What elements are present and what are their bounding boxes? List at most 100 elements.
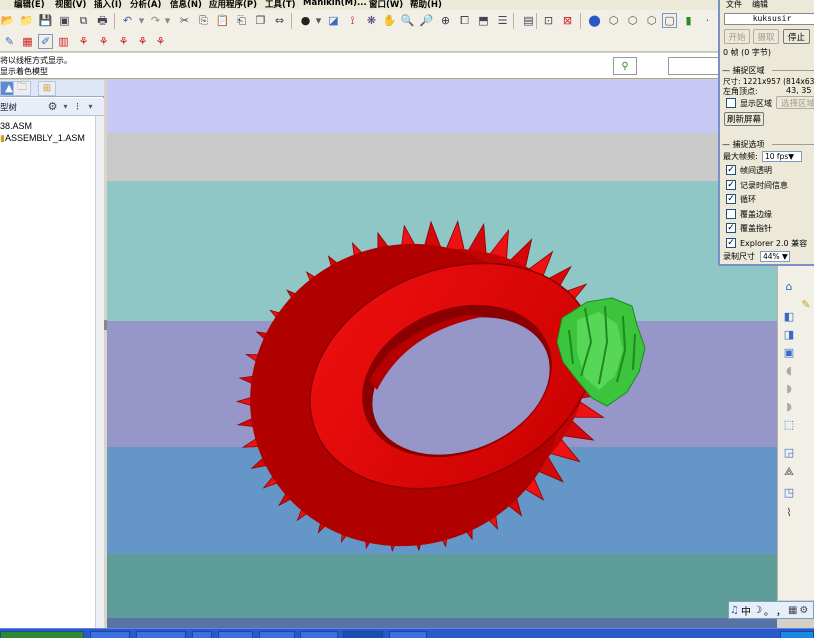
- select-region-button[interactable]: 选择区域: [776, 96, 814, 109]
- cut-icon[interactable]: ✂: [177, 13, 192, 28]
- paste-special-icon[interactable]: ⎗: [234, 13, 249, 28]
- option-checkbox[interactable]: [726, 208, 736, 219]
- datum-point-toggle-icon[interactable]: ⚘: [116, 34, 131, 49]
- paste-icon[interactable]: 📋: [215, 13, 230, 28]
- tree-item-root[interactable]: 38.ASM: [0, 121, 32, 131]
- copy-geometry-icon[interactable]: ❐: [253, 13, 268, 28]
- capture-menu-file[interactable]: 文件: [726, 0, 742, 10]
- taskbar-item[interactable]: [389, 631, 427, 638]
- start-button[interactable]: [0, 631, 84, 638]
- save-icon[interactable]: 💾: [38, 13, 53, 28]
- menu-edit[interactable]: 编辑(E): [14, 0, 45, 10]
- pattern-icon[interactable]: ⟁: [781, 464, 797, 480]
- copy-icon[interactable]: ⎘: [196, 13, 211, 28]
- capture-title-field[interactable]: kuksusir: [724, 13, 814, 25]
- tree-item-assembly[interactable]: ▮ASSEMBLY_1.ASM: [0, 133, 85, 144]
- ime-keyboard-icon[interactable]: ▦: [788, 605, 797, 616]
- sweep-icon[interactable]: ▣: [781, 344, 797, 360]
- shell-icon[interactable]: ⬚: [781, 416, 797, 432]
- round-icon[interactable]: ◗: [781, 380, 797, 396]
- no-hidden-icon[interactable]: ⬡: [644, 13, 659, 28]
- ime-punct-icon[interactable]: 。: [764, 603, 774, 618]
- saved-views-icon[interactable]: ⧠: [457, 13, 472, 28]
- graphics-viewport[interactable]: [107, 80, 777, 630]
- model-display-icon[interactable]: ⊡: [541, 13, 556, 28]
- close-window-icon[interactable]: ⊠: [560, 13, 575, 28]
- warp-icon[interactable]: ⌇: [781, 504, 797, 520]
- relations-icon[interactable]: ⟟: [345, 13, 360, 28]
- taskbar-item[interactable]: [343, 631, 383, 638]
- tab-favorites[interactable]: ⊞: [38, 81, 56, 96]
- menu-view[interactable]: 视图(V): [55, 0, 86, 10]
- redo-dropdown-icon[interactable]: ▾: [160, 13, 175, 28]
- option-checkbox[interactable]: ✓: [726, 223, 736, 233]
- color-appearance-icon[interactable]: ▥: [56, 34, 71, 49]
- view-manager-icon[interactable]: ▤: [521, 13, 536, 28]
- ime-logo-icon[interactable]: ♫: [730, 605, 739, 616]
- spin-center-icon[interactable]: ✋: [382, 13, 397, 28]
- shaded-icon[interactable]: ▢: [662, 13, 677, 28]
- filter-box[interactable]: [668, 57, 720, 75]
- revolve-icon[interactable]: ◨: [781, 326, 797, 342]
- ime-comma-icon[interactable]: ，: [776, 603, 786, 618]
- menu-window[interactable]: 窗口(W): [369, 0, 403, 10]
- taskbar-item[interactable]: [192, 631, 212, 638]
- hidden-line-icon[interactable]: ⬡: [625, 13, 640, 28]
- datum-display-icon[interactable]: ⬤: [587, 13, 602, 28]
- print-icon[interactable]: 🖶: [95, 13, 110, 28]
- datum-planes-icon[interactable]: ▮: [681, 13, 696, 28]
- show-region-checkbox[interactable]: [726, 98, 736, 108]
- ime-toolbar[interactable]: ♫ 中 ☽ 。 ， ▦ ⚙: [728, 601, 814, 619]
- undo-dropdown-icon[interactable]: ▾: [134, 13, 149, 28]
- taskbar-item[interactable]: [136, 631, 186, 638]
- taskbar-item[interactable]: [300, 631, 338, 638]
- menu-info[interactable]: 信息(N): [170, 0, 202, 10]
- option-checkbox[interactable]: ✓: [726, 165, 736, 175]
- start-button[interactable]: 开始: [724, 29, 750, 44]
- undo-icon[interactable]: ↶: [120, 13, 135, 28]
- chamfer-icon[interactable]: ◗: [781, 398, 797, 414]
- zoom-in-icon[interactable]: 🔍: [400, 13, 415, 28]
- ime-settings-icon[interactable]: ⚙: [799, 605, 808, 616]
- menu-applications[interactable]: 应用程序(P): [209, 0, 257, 10]
- datum-axis-toggle-icon[interactable]: ⚘: [96, 34, 111, 49]
- extrude-icon[interactable]: ◧: [781, 308, 797, 324]
- max-fps-select[interactable]: 10 fps▼: [762, 151, 802, 162]
- reorient-icon[interactable]: ⬒: [476, 13, 491, 28]
- datum-plane-icon[interactable]: ⌂: [781, 278, 797, 294]
- ime-moon-icon[interactable]: ☽: [753, 605, 762, 616]
- stop-button[interactable]: 停止: [783, 29, 810, 44]
- window-icon[interactable]: ⧉: [76, 13, 91, 28]
- sketch-tool-icon[interactable]: ✎: [798, 296, 814, 312]
- zoom-out-icon[interactable]: 🔎: [419, 13, 434, 28]
- regenerate-icon[interactable]: ◪: [326, 13, 341, 28]
- layers-icon[interactable]: ☰: [495, 13, 510, 28]
- taskbar-item[interactable]: [259, 631, 295, 638]
- shading-dropdown-icon[interactable]: ▾: [311, 13, 326, 28]
- menu-insert[interactable]: 插入(I): [94, 0, 122, 10]
- menu-manikin[interactable]: Manikin(M)...: [303, 0, 367, 8]
- repaint-icon[interactable]: ❋: [364, 13, 379, 28]
- annotation-toggle-icon[interactable]: ⚘: [153, 34, 168, 49]
- model-tree-scrollbar[interactable]: [95, 116, 104, 630]
- datum-plane-toggle-icon[interactable]: ⚘: [76, 34, 91, 49]
- menu-help[interactable]: 帮助(H): [410, 0, 442, 10]
- sketch-icon[interactable]: ✎: [2, 34, 17, 49]
- wireframe-icon[interactable]: ⬡: [606, 13, 621, 28]
- option-checkbox[interactable]: ✓: [726, 237, 736, 248]
- hole-icon[interactable]: ◖: [781, 362, 797, 378]
- option-checkbox[interactable]: ✓: [726, 194, 736, 204]
- menu-tools[interactable]: 工具(T): [265, 0, 296, 10]
- taskbar-item[interactable]: [90, 631, 130, 638]
- datum-axes-icon[interactable]: ·: [700, 13, 715, 28]
- edit-icon[interactable]: ✐: [38, 34, 53, 49]
- open-folder-icon[interactable]: 📂: [0, 13, 15, 28]
- status-box[interactable]: ⚲: [613, 57, 637, 75]
- open-file-icon[interactable]: 📁: [19, 13, 34, 28]
- draft-icon[interactable]: ◲: [781, 444, 797, 460]
- coord-sys-toggle-icon[interactable]: ⚘: [135, 34, 150, 49]
- tab-folder-browser[interactable]: 🗀: [13, 81, 31, 96]
- show-dropdown-icon[interactable]: ▾: [83, 99, 98, 114]
- taskbar-item[interactable]: [218, 631, 253, 638]
- refresh-screen-button[interactable]: 刷新屏幕: [724, 112, 764, 126]
